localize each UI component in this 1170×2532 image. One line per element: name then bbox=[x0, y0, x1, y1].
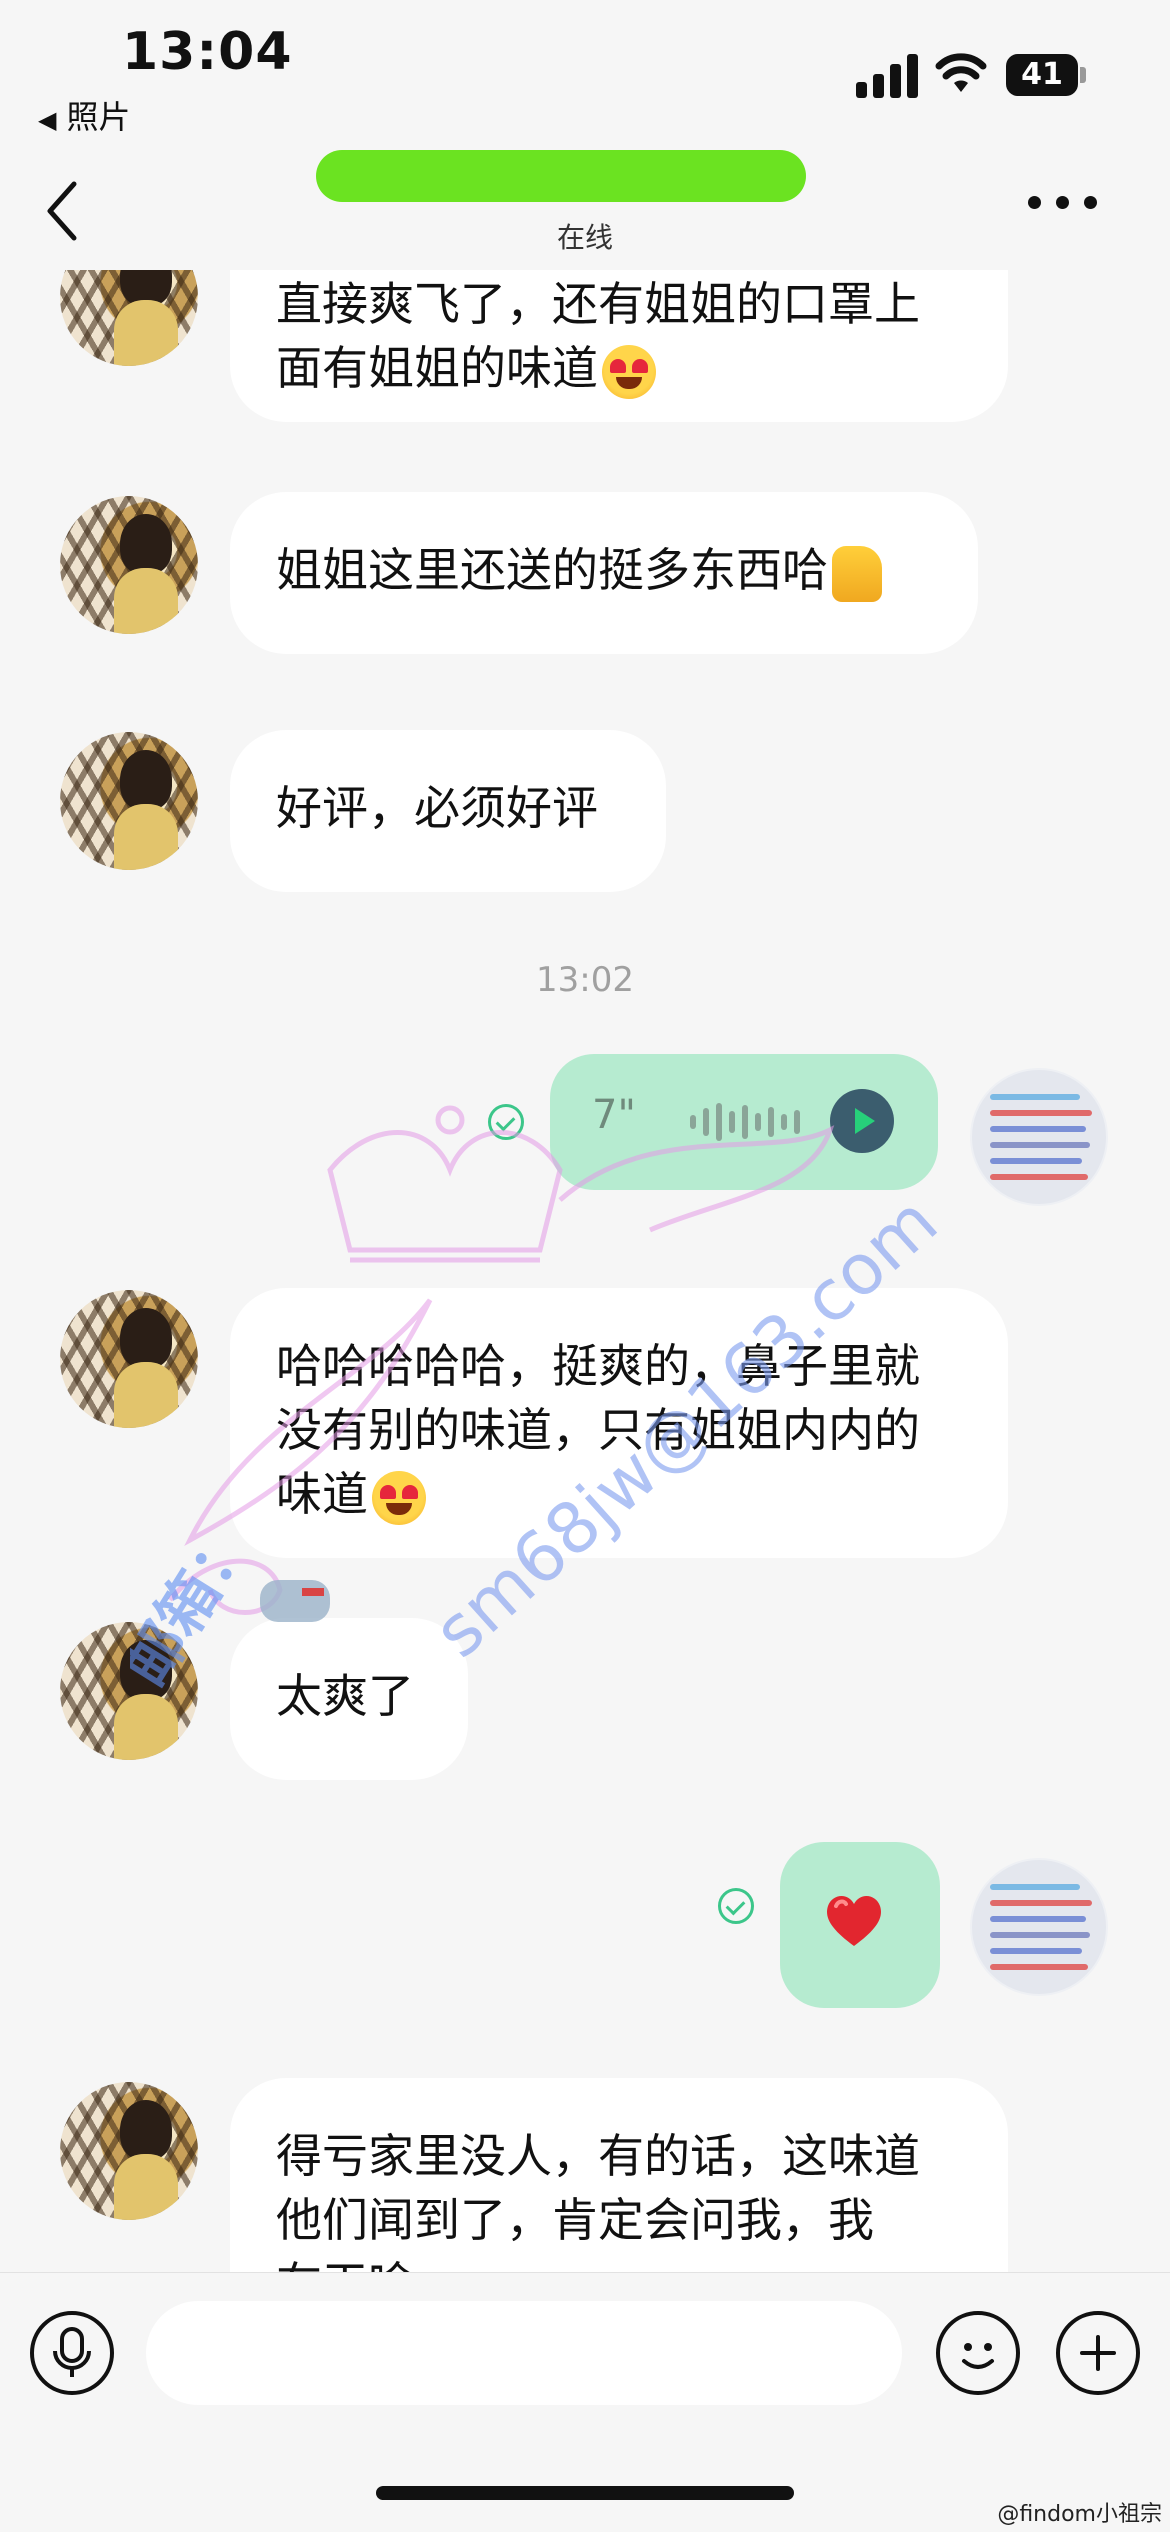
my-avatar[interactable] bbox=[970, 1858, 1108, 1996]
chat-header: Findom, 30, 在线 bbox=[0, 140, 1170, 270]
back-triangle-icon: ◀ bbox=[38, 106, 57, 134]
contact-avatar[interactable] bbox=[60, 2082, 198, 2220]
contact-status: 在线 bbox=[556, 221, 613, 254]
smiley-icon bbox=[962, 2343, 994, 2369]
home-indicator[interactable] bbox=[376, 2486, 794, 2500]
message-text: 直接爽飞了，还有姐姐的口罩上 面有姐姐的味道 bbox=[276, 277, 920, 395]
sent-check-icon bbox=[488, 1104, 524, 1140]
my-avatar[interactable] bbox=[970, 1068, 1108, 1206]
message-bubble[interactable]: 好评，必须好评 bbox=[230, 730, 666, 892]
timestamp-separator: 13:02 bbox=[536, 960, 634, 1000]
message-text: 太爽了 bbox=[276, 1669, 414, 1723]
credit-watermark: @findom小祖宗 bbox=[997, 2502, 1162, 2527]
voice-duration: 7" bbox=[592, 1092, 636, 1138]
message-input[interactable] bbox=[146, 2301, 902, 2405]
contact-avatar[interactable] bbox=[60, 1622, 198, 1760]
message-bubble[interactable]: 姐姐这里还送的挺多东西哈 bbox=[230, 492, 978, 654]
thumbs-up-emoji-icon bbox=[832, 545, 882, 602]
message-text: 姐姐这里还送的挺多东西哈 bbox=[276, 543, 828, 597]
contact-avatar[interactable] bbox=[60, 270, 198, 366]
message-text: 得亏家里没人，有的话，这味道 他们闻到了，肯定会问我，我 在干啥 bbox=[276, 2129, 920, 2272]
wifi-icon bbox=[935, 53, 987, 92]
voice-input-button[interactable] bbox=[30, 2311, 114, 2395]
message-text: 好评，必须好评 bbox=[276, 781, 598, 835]
status-time: 13:04 bbox=[122, 22, 293, 82]
message-bubble[interactable]: 得亏家里没人，有的话，这味道 他们闻到了，肯定会问我，我 在干啥 bbox=[230, 2078, 1008, 2272]
contact-avatar[interactable] bbox=[60, 1290, 198, 1428]
contact-avatar[interactable] bbox=[60, 496, 198, 634]
more-options-icon[interactable] bbox=[1028, 196, 1098, 216]
back-to-app-link[interactable]: ◀ 照片 bbox=[38, 92, 130, 138]
message-bubble[interactable]: 直接爽飞了，还有姐姐的口罩上 面有姐姐的味道 bbox=[230, 270, 1008, 422]
emoji-message-bubble[interactable] bbox=[780, 1842, 940, 2008]
microphone-icon bbox=[53, 2327, 91, 2377]
emoji-button[interactable] bbox=[936, 2311, 1020, 2395]
message-bubble[interactable]: 哈哈哈哈哈，挺爽的，鼻子里就 没有别的味道，只有姐姐内内的 味道 bbox=[230, 1288, 1008, 1558]
status-bar: 13:04 ◀ 照片 41 bbox=[0, 0, 1170, 140]
heart-eyes-emoji-icon bbox=[372, 1470, 426, 1525]
message-list[interactable]: 直接爽飞了，还有姐姐的口罩上 面有姐姐的味道 姐姐这里还送的挺多东西哈 好评，必… bbox=[0, 270, 1170, 2272]
back-app-label: 照片 bbox=[66, 98, 131, 136]
waveform-icon bbox=[690, 1102, 800, 1142]
redaction-mark bbox=[316, 150, 806, 202]
plus-icon bbox=[1080, 2335, 1116, 2371]
battery-icon: 41 bbox=[1006, 54, 1086, 96]
voice-message-bubble[interactable]: 7" bbox=[550, 1054, 938, 1190]
add-attachment-button[interactable] bbox=[1056, 2311, 1140, 2395]
play-voice-button[interactable] bbox=[830, 1089, 894, 1153]
red-heart-icon bbox=[827, 1895, 881, 1946]
battery-level: 41 bbox=[1006, 54, 1078, 96]
cellular-signal-icon bbox=[856, 52, 918, 98]
sent-check-icon bbox=[718, 1888, 754, 1924]
contact-avatar[interactable] bbox=[60, 732, 198, 870]
heart-eyes-emoji-icon bbox=[602, 344, 656, 399]
message-bubble[interactable]: 太爽了 bbox=[230, 1618, 468, 1780]
